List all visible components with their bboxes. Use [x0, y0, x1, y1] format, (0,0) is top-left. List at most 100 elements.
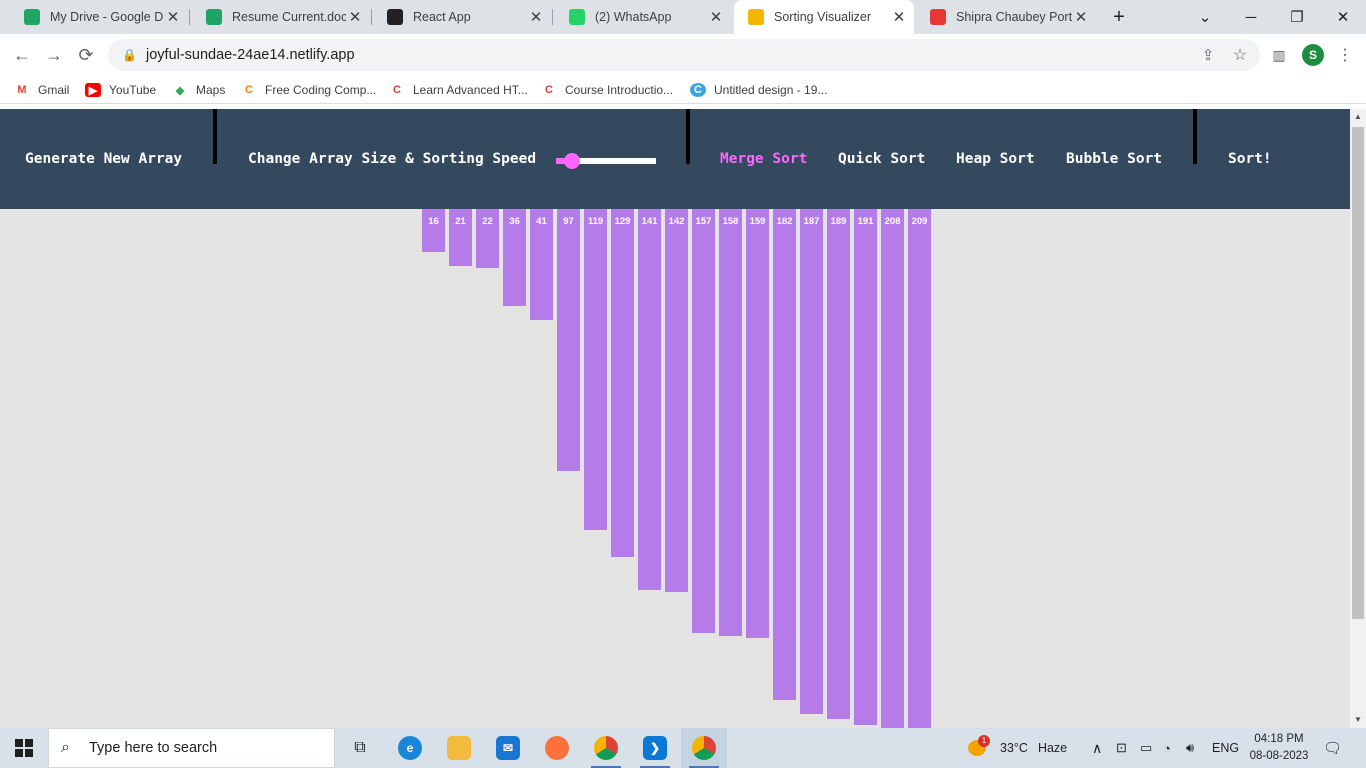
app-navbar: Generate New Array Change Array Size & S…: [0, 109, 1350, 209]
array-bar: 16: [422, 209, 445, 253]
weather-haze-icon: 1: [968, 735, 990, 758]
new-tab-button[interactable]: +: [1096, 0, 1142, 34]
bar-chart-icon: [748, 9, 764, 25]
browser-tab[interactable]: (2) WhatsApp ✕: [555, 0, 731, 34]
reload-button[interactable]: ⟳: [73, 42, 99, 68]
bookmark-item[interactable]: ▶ YouTube: [85, 80, 156, 100]
tab-title: React App: [413, 10, 471, 24]
edge-app[interactable]: e: [387, 728, 433, 768]
bookmark-label: Gmail: [38, 83, 70, 97]
clock[interactable]: 04:18 PM 08-08-2023: [1248, 728, 1310, 768]
maps-icon: ◆: [172, 83, 188, 97]
firefox-app[interactable]: [534, 728, 580, 768]
tab-title: Shipra Chaubey Portfo: [956, 10, 1072, 24]
notifications-icon[interactable]: 🗨︎: [1323, 728, 1342, 768]
back-button[interactable]: ←: [9, 42, 35, 68]
volume-icon[interactable]: 🔊︎: [1186, 728, 1194, 768]
tab-search-icon[interactable]: ⌄: [1182, 0, 1228, 34]
share-icon[interactable]: ⇪: [1195, 42, 1221, 68]
bookmark-label: Untitled design - 19...: [714, 83, 828, 97]
vscode-app[interactable]: ❯: [632, 728, 678, 768]
gmail-icon: M: [14, 83, 30, 97]
taskbar-search-box[interactable]: ⌕ Type here to search: [48, 728, 335, 768]
file-explorer-app[interactable]: [436, 728, 482, 768]
quick-sort-button[interactable]: Quick Sort: [838, 149, 925, 169]
vscode-icon: ❯: [643, 736, 667, 760]
merge-sort-button[interactable]: Merge Sort: [720, 149, 807, 169]
browser-tab[interactable]: React App ✕: [373, 0, 551, 34]
mail-app[interactable]: ✉: [485, 728, 531, 768]
page-scrollbar[interactable]: ▲ ▼: [1350, 109, 1366, 728]
browser-tab[interactable]: Sorting Visualizer ✕: [734, 0, 914, 34]
bookmark-item[interactable]: M Gmail: [14, 80, 69, 100]
weather-temp: 33°C: [1000, 741, 1028, 755]
array-bar: 208: [881, 209, 904, 728]
tab-close-icon[interactable]: ✕: [346, 8, 364, 26]
task-view-icon[interactable]: ⧉: [337, 728, 383, 768]
tray-expand-icon[interactable]: ∧: [1092, 728, 1102, 768]
heap-sort-button[interactable]: Heap Sort: [956, 149, 1035, 169]
size-speed-slider[interactable]: [556, 153, 656, 169]
start-button[interactable]: [0, 728, 48, 768]
side-panel-icon[interactable]: ▥: [1266, 42, 1292, 68]
coursera-icon: C: [389, 83, 405, 97]
weather-desc: Haze: [1037, 741, 1068, 755]
array-bar: 142: [665, 209, 688, 593]
weather-widget[interactable]: 1 33°C Haze: [968, 728, 1067, 768]
bookmark-label: Free Coding Comp...: [265, 83, 377, 97]
lock-icon: 🔒: [122, 48, 137, 62]
scroll-up-arrow-icon[interactable]: ▲: [1350, 109, 1366, 125]
portfolio-icon: [930, 9, 946, 25]
tab-close-icon[interactable]: ✕: [164, 8, 182, 26]
tab-close-icon[interactable]: ✕: [1072, 8, 1090, 26]
language-indicator[interactable]: ENG: [1212, 728, 1239, 768]
bookmark-item[interactable]: C Course Introductio...: [541, 80, 673, 100]
window-close-icon[interactable]: ✕: [1320, 0, 1366, 34]
menu-kebab-icon[interactable]: ⋮: [1332, 42, 1358, 68]
bookmark-item[interactable]: C Free Coding Comp...: [241, 80, 376, 100]
wifi-icon[interactable]: ◔: [1163, 728, 1171, 768]
slider-thumb[interactable]: [564, 153, 580, 169]
clock-date: 08-08-2023: [1249, 750, 1309, 762]
bookmark-item[interactable]: ◆ Maps: [172, 80, 225, 100]
tab-close-icon[interactable]: ✕: [527, 8, 545, 26]
firefox-icon: [545, 736, 569, 760]
forward-button[interactable]: →: [41, 42, 67, 68]
bookmark-label: Learn Advanced HT...: [413, 83, 528, 97]
edge-icon: e: [398, 736, 422, 760]
chrome-app[interactable]: [583, 728, 629, 768]
chrome-icon: [594, 736, 618, 760]
sort-button[interactable]: Sort!: [1228, 149, 1272, 169]
bookmark-label: Course Introductio...: [565, 83, 674, 97]
browser-tab[interactable]: Shipra Chaubey Portfo ✕: [916, 0, 1096, 34]
generate-array-button[interactable]: Generate New Array: [25, 149, 182, 169]
scroll-down-arrow-icon[interactable]: ▼: [1350, 712, 1366, 728]
bubble-sort-button[interactable]: Bubble Sort: [1066, 149, 1162, 169]
array-bar: 36: [503, 209, 526, 307]
weather-badge: 1: [978, 735, 990, 747]
browser-tab[interactable]: Resume Current.docx. ✕: [192, 0, 370, 34]
browser-tab[interactable]: My Drive - Google Dri ✕: [10, 0, 188, 34]
array-bar: 21: [449, 209, 472, 266]
bookmark-label: YouTube: [109, 83, 157, 97]
search-icon: ⌕: [61, 739, 70, 756]
bookmark-item[interactable]: C Untitled design - 19...: [690, 80, 827, 100]
chrome-profile-app[interactable]: [681, 728, 727, 768]
array-bar: 159: [746, 209, 769, 639]
nav-divider: [213, 109, 217, 164]
scrollbar-thumb[interactable]: [1352, 127, 1364, 619]
battery-icon[interactable]: ▭: [1140, 728, 1152, 768]
page-viewport: Generate New Array Change Array Size & S…: [0, 109, 1350, 728]
bookmark-star-icon[interactable]: ☆: [1227, 42, 1253, 68]
restore-icon[interactable]: ❐: [1274, 0, 1320, 34]
array-bars-container: 16 21 22 36 41 97 119 129 141 142 157 158 159 182 187 1…: [0, 209, 1350, 728]
bookmark-item[interactable]: C Learn Advanced HT...: [389, 80, 528, 100]
tab-close-icon[interactable]: ✕: [890, 8, 908, 26]
address-bar[interactable]: 🔒 joyful-sundae-24ae14.netlify.app: [108, 39, 1260, 71]
profile-avatar[interactable]: S: [1300, 42, 1326, 68]
array-bar: 22: [476, 209, 499, 269]
meet-now-icon[interactable]: ⊡: [1116, 728, 1127, 768]
array-bar: 187: [800, 209, 823, 714]
minimize-icon[interactable]: ─: [1228, 0, 1274, 34]
tab-close-icon[interactable]: ✕: [707, 8, 725, 26]
